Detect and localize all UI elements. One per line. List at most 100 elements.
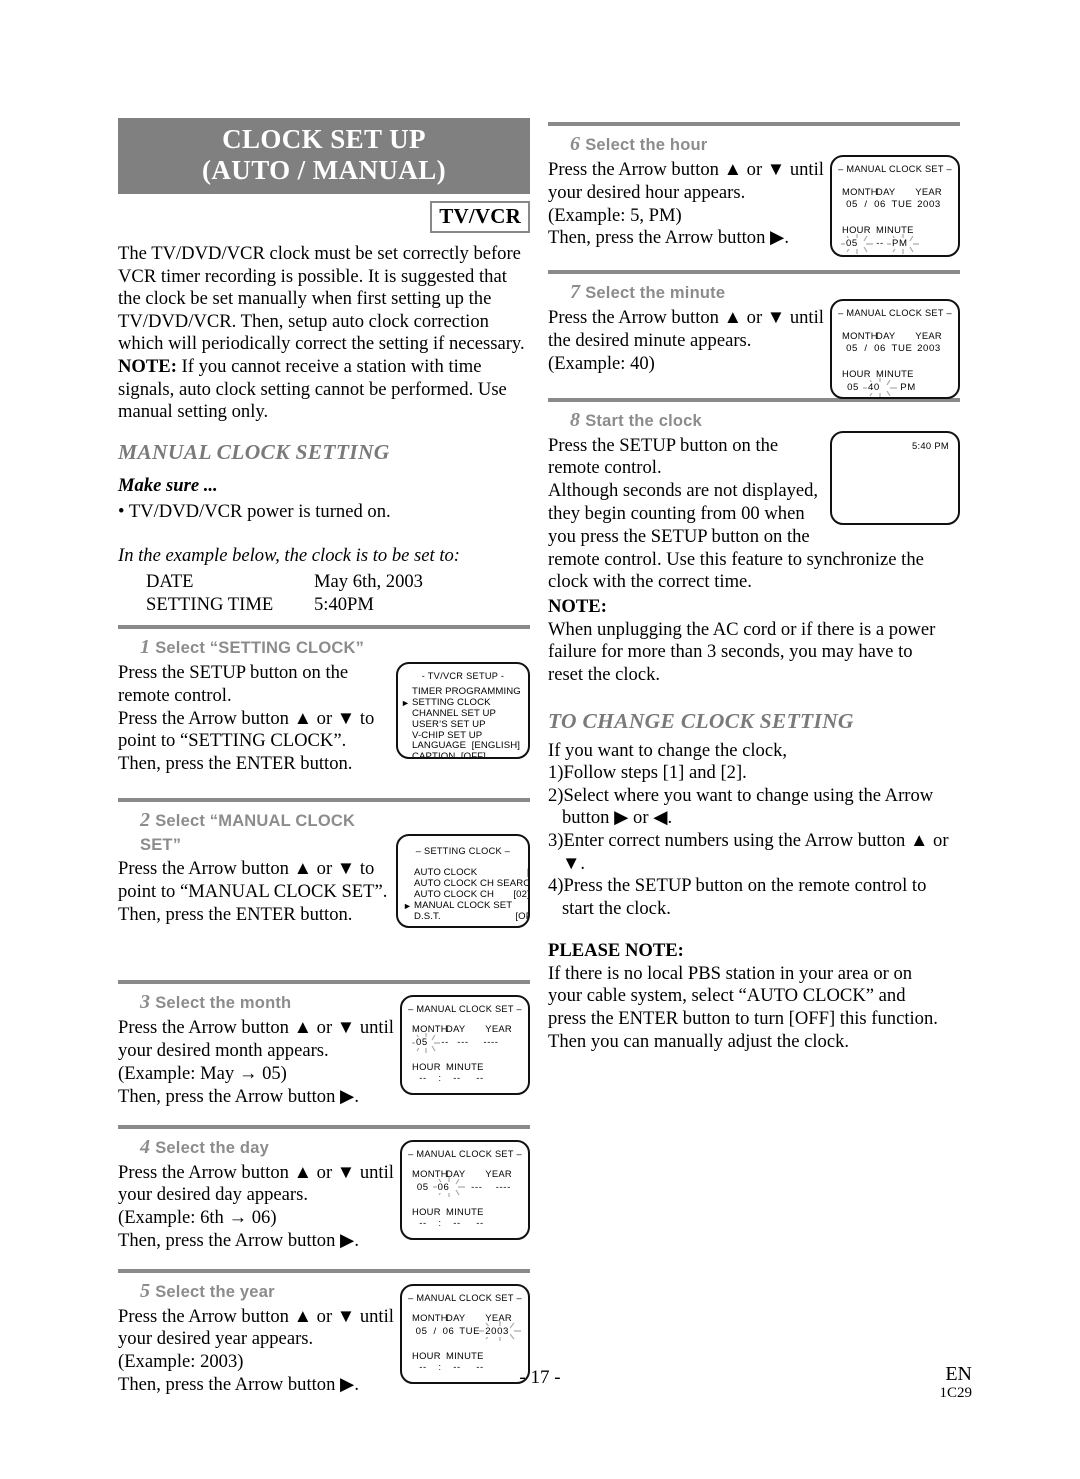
value-day-text: 06 [436, 1181, 451, 1193]
value-minute: -- [876, 238, 884, 249]
step-2-line-1: Press the Arrow button ▲ or ▼ to [118, 857, 375, 879]
step-1-body: Press the SETUP button on the remote con… [118, 662, 406, 776]
osd-month-fields: MONTH DAY YEAR 05 -- --- ---- HOUR MINUT… [402, 1023, 528, 1084]
osd-setup-title: - TV/VCR SETUP - [421, 670, 505, 681]
page-title: CLOCK SET UP (AUTO / MANUAL) [118, 118, 530, 194]
value-day: 06 [442, 1325, 455, 1337]
change-item-4-cont: start the clock. [548, 897, 671, 919]
label-month: MONTH [412, 1023, 448, 1035]
change-intro: If you want to change the clock, [548, 739, 788, 761]
please-note-line-1: If there is no local PBS station in your… [548, 962, 913, 984]
step-8-line-6: remote control. Use this feature to sync… [548, 548, 924, 570]
step-2-heading: 2 Select “MANUAL CLOCK [140, 809, 530, 832]
date-separator: / [864, 198, 868, 210]
value-day: 06 [874, 198, 886, 210]
table-row: SETTING TIME 5:40PM [146, 593, 423, 616]
menu-item-dst[interactable]: D.S.T. [OFF] [414, 911, 528, 923]
step-4: 4 Select the day Press the Arrow button ▲… [118, 1136, 530, 1253]
step-2-title-line-1: Select “MANUAL CLOCK [155, 811, 356, 830]
step-5-number: 5 [140, 1279, 151, 1302]
intro-note-label: NOTE: [118, 355, 177, 377]
page-title-line-1: CLOCK SET UP [222, 124, 426, 154]
manual-page: CLOCK SET UP (AUTO / MANUAL) TV/VCR The … [0, 0, 1080, 1479]
value-hour-text: 05 [845, 238, 859, 249]
value-weekday: TUE [891, 198, 913, 210]
intro-paragraph: The TV/DVD/VCR clock must be set correct… [118, 243, 525, 355]
intro-note: NOTE: If you cannot receive a station wi… [118, 356, 530, 424]
example-time-value: 5:40PM [314, 593, 374, 615]
osd-manual-clock-set-month: – MANUAL CLOCK SET – MONTH DAY YEAR 05 -… [400, 995, 530, 1096]
label-day: DAY [876, 330, 896, 342]
label-month: MONTH [842, 330, 878, 342]
osd-setting-clock-items: AUTO CLOCK [ON] AUTO CLOCK CH SEARCH AUT… [403, 867, 528, 923]
label-hour: HOUR [412, 1349, 441, 1361]
menu-item-caption[interactable]: CAPTION [OFF] [412, 751, 528, 756]
osd-year-labels: MONTH DAY YEAR [412, 1312, 518, 1323]
note-block: NOTE: When unplugging the AC cord or if … [548, 596, 960, 686]
value-ampm: PM [900, 382, 916, 394]
value-ampm-text: PM [891, 238, 909, 249]
menu-item-setting-clock-label: SETTING CLOCK [412, 696, 491, 708]
label-minute: MINUTE [446, 1205, 484, 1217]
step-8-line-2: remote control. [548, 457, 662, 479]
manual-clock-setting-heading: MANUAL CLOCK SETTING [118, 439, 390, 464]
menu-item-manual-clock-set-label: MANUAL CLOCK SET [414, 899, 513, 911]
step-8-line-4: they begin counting from 00 when [548, 502, 805, 524]
step-1: 1 Select “SETTING CLOCK” Press the SETUP … [118, 636, 530, 776]
note-line-2: failure for more than 3 seconds, you may… [548, 641, 913, 663]
value-hour: -- [419, 1073, 427, 1085]
step-1-title: Select “SETTING CLOCK” [155, 638, 365, 657]
divider [548, 270, 960, 275]
step-2: 2 Select “MANUAL CLOCK SET” Press the Arr… [118, 809, 530, 928]
value-day: 06 [874, 342, 886, 354]
step-6-number: 6 [570, 133, 581, 155]
label-day: DAY [446, 1311, 466, 1323]
osd-minute-fields: MONTH DAY YEAR 05 / 06 TUE 2003 HOUR MIN… [832, 330, 958, 398]
value-weekday: --- [457, 1037, 469, 1049]
menu-item-manual-clock-set[interactable]: ► MANUAL CLOCK SET [403, 899, 528, 912]
osd-hour-title: – MANUAL CLOCK SET – [838, 164, 952, 174]
value-ampm: PM [887, 233, 919, 254]
osd-day-fields: MONTH DAY YEAR 05 06 --- ---- HOUR MINUT… [402, 1168, 528, 1229]
label-minute: MINUTE [446, 1061, 484, 1073]
note-label: NOTE: [548, 596, 607, 618]
step-2-line-2: point to “MANUAL CLOCK SET”. [118, 880, 388, 902]
change-item-3-cont: ▼. [548, 852, 585, 874]
cursor-icon: ► [403, 900, 413, 911]
menu-item-users-set-up[interactable]: USER’S SET UP [412, 719, 528, 731]
step-1-line-1: Press the SETUP button on the [118, 661, 349, 683]
osd-hour-values-2: 05 -- PM [841, 233, 948, 254]
make-sure-bullet: • TV/DVD/VCR power is turned on. [118, 500, 391, 522]
change-item-3: 3)Enter correct numbers using the Arrow … [548, 829, 949, 851]
footer-language: EN [945, 1363, 972, 1385]
value-month: 05 [846, 342, 858, 354]
step-7-number: 7 [570, 281, 581, 304]
step-1-line-5: Then, press the ENTER button. [118, 753, 353, 775]
step-4-number: 4 [140, 1135, 151, 1158]
step-8-line-7: clock with the correct time. [548, 571, 752, 593]
osd-manual-clock-set-minute: – MANUAL CLOCK SET – MONTH DAY YEAR 05 /… [830, 299, 960, 400]
osd-setup-items: TIMER PROGRAMMING ► SETTING CLOCK CHANNEL… [401, 686, 528, 757]
step-7-title: Select the minute [585, 284, 726, 303]
value-minute: -- [453, 1217, 461, 1229]
step-3-number: 3 [140, 991, 151, 1014]
please-note-line-2: your cable system, select “AUTO CLOCK” a… [548, 985, 906, 1007]
label-month: MONTH [412, 1311, 448, 1323]
step-2-body: Press the Arrow button ▲ or ▼ to point t… [118, 858, 418, 926]
date-separator: / [433, 1325, 437, 1337]
example-date-value: May 6th, 2003 [314, 570, 423, 592]
osd-minute-title: – MANUAL CLOCK SET – [838, 308, 952, 319]
value-weekday: TUE [459, 1325, 481, 1337]
note-line-1: When unplugging the AC cord or if there … [548, 618, 936, 640]
divider [118, 624, 530, 629]
label-hour: HOUR [842, 368, 871, 380]
step-4-title: Select the day [155, 1138, 269, 1157]
value-year-text: 2003 [484, 1325, 510, 1337]
footer-right: EN 1C29 [939, 1364, 972, 1402]
label-day: DAY [876, 186, 896, 197]
label-year: YEAR [915, 330, 942, 342]
osd-month-labels-2: HOUR MINUTE [412, 1061, 518, 1072]
label-minute: MINUTE [876, 224, 914, 235]
step-7: 7 Select the minute Press the Arrow butto… [548, 281, 960, 400]
osd-year-title: – MANUAL CLOCK SET – [408, 1292, 522, 1303]
